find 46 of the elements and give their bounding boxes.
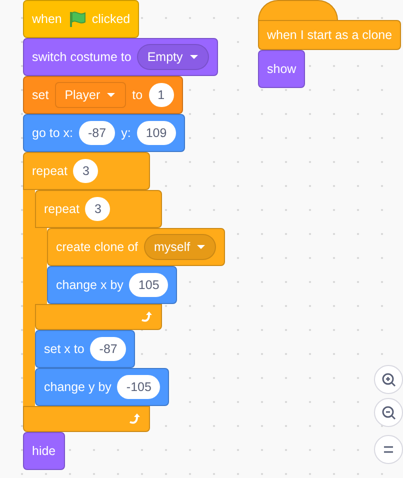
- number-input[interactable]: -87: [90, 337, 126, 361]
- loop-arrow-icon: [139, 311, 153, 323]
- number-input[interactable]: 109: [136, 121, 176, 145]
- code-block[interactable]: set x to -87: [35, 330, 136, 368]
- block-label: repeat: [32, 162, 68, 180]
- repeat-block[interactable]: repeat 3: [35, 190, 162, 228]
- zoom-out-button[interactable]: [374, 398, 403, 427]
- number-input[interactable]: -87: [79, 121, 116, 145]
- block-label: show: [267, 60, 296, 78]
- block-label: switch costume to: [32, 48, 132, 66]
- caret-icon: [188, 54, 199, 60]
- block-label: y:: [121, 124, 131, 142]
- caret-icon: [196, 244, 206, 250]
- zoom-out-icon: [381, 405, 396, 420]
- block-label: set x to: [44, 340, 84, 358]
- block-label: clicked: [92, 10, 130, 28]
- code-block[interactable]: hide: [23, 432, 65, 470]
- block-label: go to x:: [32, 124, 73, 142]
- code-block[interactable]: set Player to 1: [23, 76, 183, 114]
- reset-zoom-button[interactable]: [374, 435, 403, 464]
- block-label: change y by: [44, 378, 112, 396]
- dropdown[interactable]: Empty: [137, 44, 209, 70]
- block-label: set: [32, 86, 49, 104]
- number-input[interactable]: 1: [148, 83, 174, 107]
- flag-icon: [68, 10, 86, 28]
- block-label: when I start as a clone: [267, 26, 392, 44]
- block-label: to: [132, 86, 143, 104]
- number-input[interactable]: -105: [117, 375, 160, 399]
- zoom-in-button[interactable]: [374, 365, 403, 394]
- caret-icon: [106, 92, 116, 98]
- number-input[interactable]: 3: [85, 197, 110, 221]
- block-label: change x by: [56, 276, 124, 294]
- code-block[interactable]: go to x: -87 y: 109: [23, 114, 185, 152]
- block-label: create clone of: [56, 238, 138, 256]
- code-block[interactable]: change x by 105: [47, 266, 178, 304]
- block-label: repeat: [44, 200, 80, 218]
- number-input[interactable]: 105: [129, 273, 168, 297]
- loop-arrow-icon: [127, 413, 141, 425]
- repeat-block[interactable]: repeat 3: [23, 152, 150, 190]
- block-label: when: [32, 10, 62, 28]
- number-input[interactable]: 3: [73, 159, 98, 183]
- code-block[interactable]: change y by -105: [35, 368, 170, 406]
- code-block[interactable]: show: [258, 50, 306, 88]
- block-label: hide: [32, 442, 56, 460]
- zoom-in-icon: [381, 372, 396, 387]
- code-block[interactable]: switch costume to Empty: [23, 38, 218, 76]
